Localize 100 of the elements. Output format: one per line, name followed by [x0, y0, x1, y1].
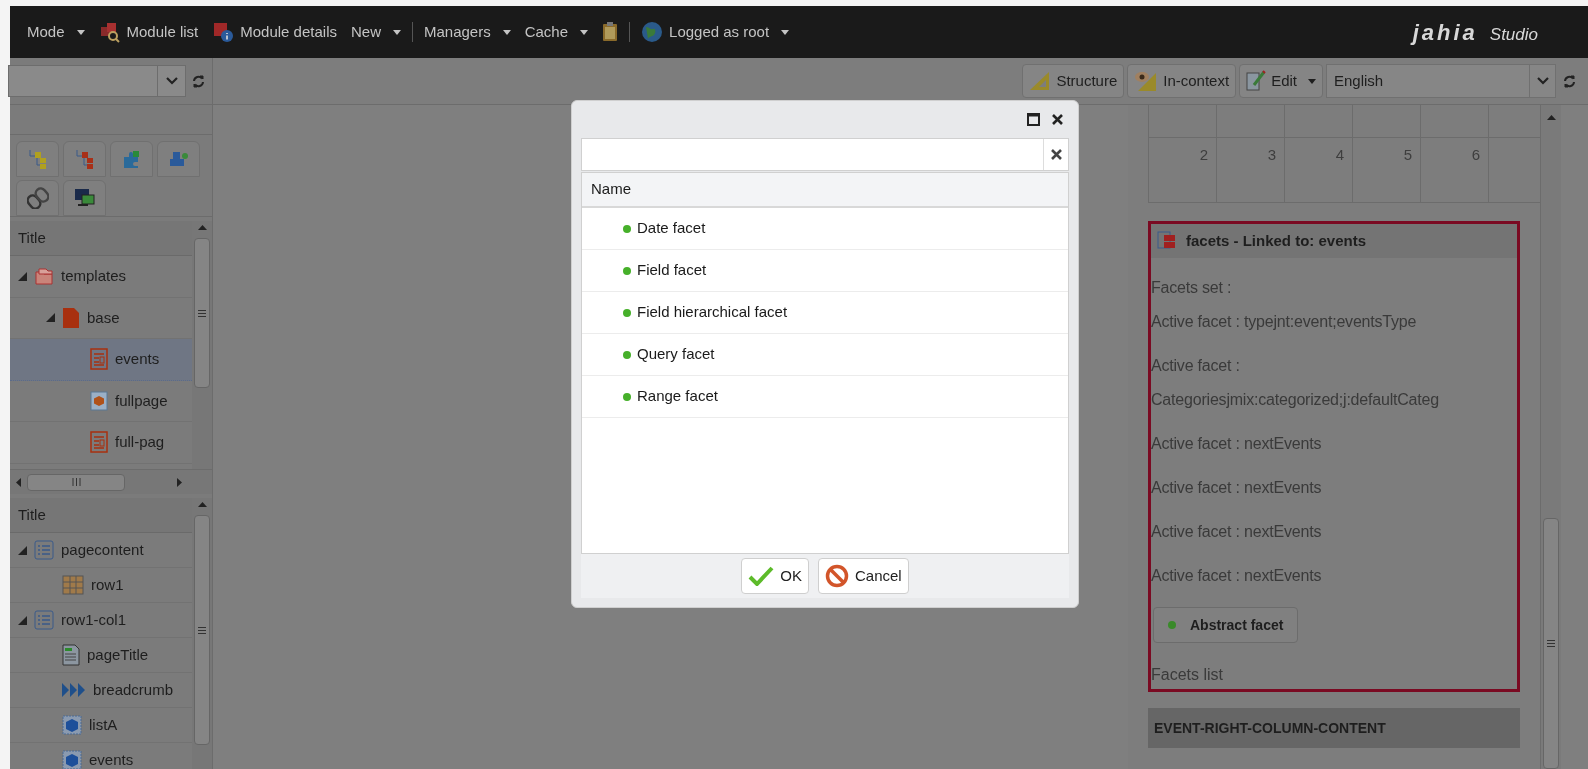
tree-item[interactable]: templates [10, 256, 192, 298]
tree-item[interactable]: pageTitle [10, 638, 192, 673]
section-bar: EVENT-RIGHT-COLUMN-CONTENT [1148, 708, 1520, 748]
module-text: Active facet : nextEvents [1151, 434, 1323, 454]
cube-info-icon [212, 21, 235, 43]
dot-icon [623, 392, 631, 401]
page-icon [62, 306, 80, 329]
language-select[interactable]: English [1326, 64, 1556, 98]
list-row[interactable]: Range facet [582, 376, 1068, 418]
dialog-button[interactable]: OK [741, 558, 809, 594]
globe-icon [641, 21, 664, 43]
scrollbar[interactable] [192, 221, 212, 469]
clipboard-icon[interactable] [602, 22, 619, 42]
list-icon [34, 540, 54, 560]
menu-dropdown[interactable]: Logged as root [634, 20, 797, 44]
panel-tab[interactable] [63, 180, 106, 216]
prohibited-icon [825, 564, 849, 588]
tree-item-label: breadcrumb [93, 679, 174, 700]
tree-item-label: base [87, 307, 120, 328]
tree-item[interactable]: full-pag [10, 422, 192, 464]
dialog-button[interactable]: Cancel [818, 558, 909, 594]
tree-item-label: templates [61, 266, 127, 286]
cube-icon [90, 390, 108, 411]
maximize-icon[interactable] [1027, 113, 1040, 126]
tree-item[interactable]: events [10, 743, 192, 769]
cubes-search-icon [98, 21, 121, 43]
tree-item[interactable]: breadcrumb [10, 673, 192, 708]
facet-name: Field hierarchical facet [637, 302, 788, 323]
menu-dropdown[interactable]: New [343, 20, 408, 44]
expander-icon[interactable] [18, 545, 27, 555]
module-text: Active facet : typejnt:event;eventsType [1151, 312, 1418, 332]
chevron-down-icon [1536, 77, 1549, 85]
caret-icon [781, 29, 790, 35]
grip-icon [198, 309, 206, 317]
tree-item-label: row1-col1 [61, 609, 127, 630]
module-text: Active facet : nextEvents [1151, 478, 1323, 498]
checkmark-icon [748, 566, 775, 586]
scrollbar[interactable] [1540, 105, 1561, 769]
view-mode-button[interactable]: In-context [1127, 64, 1237, 98]
chain-link-icon [26, 187, 49, 209]
cube-icon [62, 715, 82, 735]
expander-icon[interactable] [46, 313, 55, 323]
panel-tab[interactable] [16, 141, 59, 177]
tree-item[interactable]: pagecontent [10, 533, 192, 568]
view-mode-button[interactable]: Structure [1022, 64, 1125, 98]
scroll-right-icon[interactable] [177, 477, 182, 487]
facet-button[interactable]: Abstract facet [1153, 607, 1299, 643]
panel-tab[interactable] [16, 180, 59, 216]
day-number: 4 [1335, 146, 1344, 163]
toolbar-link[interactable]: Module details [205, 20, 344, 44]
tree-item-label: listA [89, 714, 118, 735]
toolbar-link[interactable]: Module list [91, 20, 206, 44]
module-text: Categoriesjmix:categorized;j:defaultCateg [1151, 390, 1440, 410]
refresh-icon[interactable] [192, 74, 205, 88]
cubes-icon [167, 149, 190, 169]
module-text: Active facet : nextEvents [1151, 522, 1323, 542]
tree-item[interactable]: listA [10, 708, 192, 743]
tree-item[interactable]: events [10, 339, 192, 381]
refresh-icon[interactable] [1563, 74, 1576, 88]
module-text: Active facet : nextEvents [1151, 566, 1323, 586]
horizontal-scrollbar[interactable] [10, 469, 212, 494]
caret-icon [502, 29, 511, 35]
caret-icon [393, 29, 401, 35]
search-field[interactable] [581, 138, 1069, 171]
facet-name: Date facet [637, 218, 706, 239]
monitors-icon [73, 188, 96, 208]
tree-item[interactable]: fullpage [10, 380, 192, 422]
close-icon[interactable] [1052, 114, 1063, 125]
menu-dropdown[interactable]: Cache [517, 20, 596, 44]
scroll-up-icon[interactable] [1546, 115, 1556, 120]
tree-item[interactable]: row1 [10, 568, 192, 603]
tree-item-label: row1 [91, 574, 124, 595]
day-number: 6 [1471, 146, 1480, 163]
list-row[interactable]: Field hierarchical facet [582, 292, 1068, 334]
grip-icon [198, 626, 206, 634]
cube-icon [62, 750, 82, 769]
facet-name: Query facet [637, 344, 715, 365]
scrollbar[interactable] [192, 498, 212, 769]
caret-icon [76, 29, 85, 35]
menu-dropdown[interactable]: Mode [20, 20, 92, 44]
list-row[interactable]: Field facet [582, 250, 1068, 292]
chevrons-icon [62, 683, 86, 697]
menu-dropdown[interactable]: Managers [417, 20, 518, 44]
dot-icon [623, 224, 631, 233]
dot-icon [623, 308, 631, 317]
list-row[interactable]: Query facet [582, 334, 1068, 376]
facet-name: Range facet [637, 386, 718, 407]
tree-item-label: full-pag [115, 432, 165, 452]
scroll-up-icon[interactable] [197, 225, 207, 230]
edit-menu-button[interactable]: Edit [1239, 64, 1323, 98]
tree-item-label: fullpage [115, 390, 168, 411]
dot-icon [623, 266, 631, 275]
tree-item[interactable]: row1-col1 [10, 603, 192, 638]
scroll-up-icon[interactable] [197, 502, 207, 507]
expander-icon[interactable] [18, 271, 27, 281]
expander-icon[interactable] [18, 615, 27, 625]
scroll-left-icon[interactable] [16, 477, 21, 487]
close-icon [1050, 149, 1062, 160]
folder-icon [34, 267, 54, 286]
list-row[interactable]: Date facet [582, 208, 1068, 250]
